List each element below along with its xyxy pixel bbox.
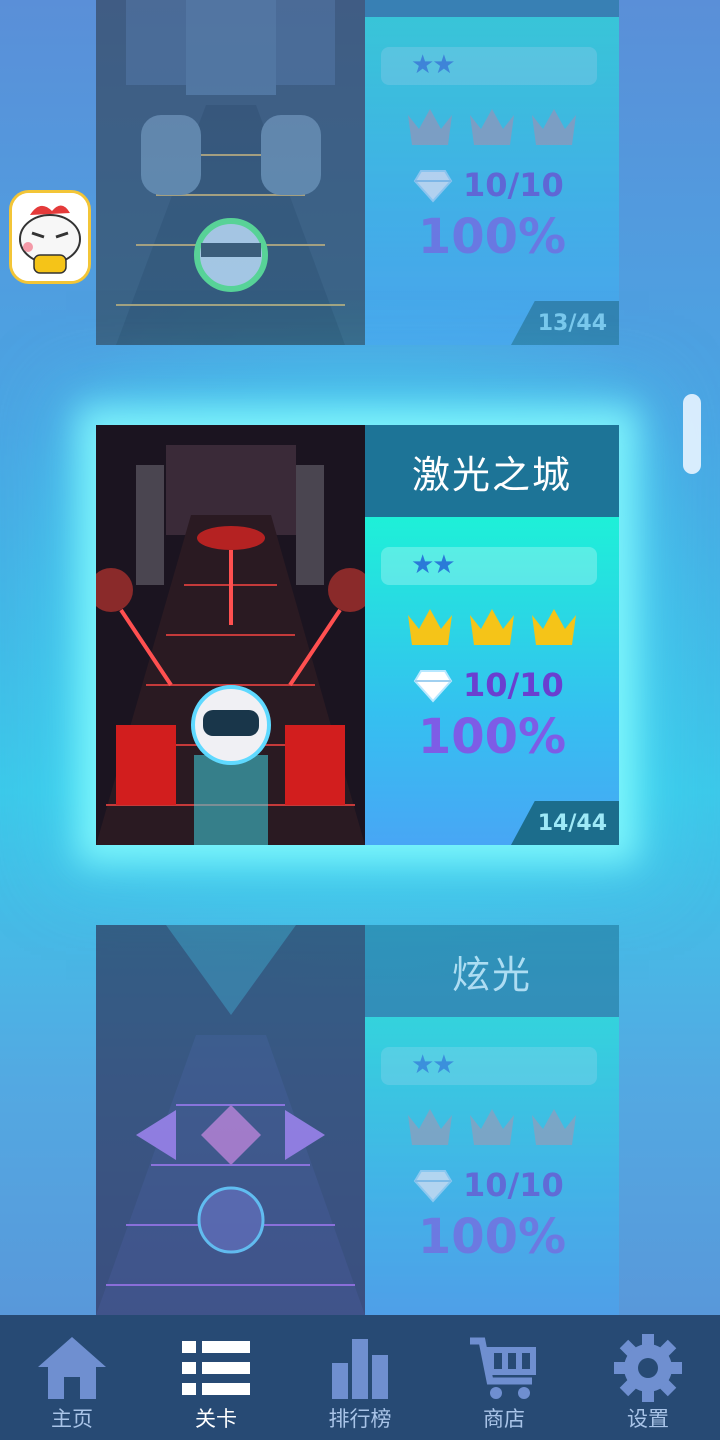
gear-icon: [614, 1334, 682, 1402]
nav-leaderboard[interactable]: 排行榜: [288, 1315, 432, 1440]
level-preview-image: [96, 0, 365, 345]
bar-chart-icon: [332, 1339, 388, 1399]
gem-count: 10/10: [463, 166, 564, 204]
crown-icon: [470, 609, 514, 645]
level-title: 激光之城: [365, 425, 619, 517]
nav-levels[interactable]: 关卡: [144, 1315, 288, 1440]
diamond-icon: [413, 670, 453, 703]
level-title: [365, 0, 619, 17]
nav-settings[interactable]: 设置: [576, 1315, 720, 1440]
completion-percent: 100%: [417, 709, 567, 765]
level-preview-image: [96, 925, 365, 1315]
crown-icon: [470, 109, 514, 145]
level-preview-image: [96, 425, 365, 845]
nav-shop[interactable]: 商店: [432, 1315, 576, 1440]
crown-icon: [470, 1109, 514, 1145]
scrollbar-thumb[interactable]: [683, 394, 701, 474]
crown-row: [365, 1105, 619, 1149]
home-icon: [38, 1337, 106, 1399]
diamond-icon: [413, 1170, 453, 1203]
crown-icon: [532, 109, 576, 145]
completion-percent: 100%: [417, 1209, 567, 1265]
level-card-14[interactable]: 激光之城 ★★ 10/10 100% 14/44: [96, 425, 619, 845]
difficulty-stars: ★★: [381, 1047, 597, 1085]
level-info-panel: ★★ 10/10 100%: [365, 517, 619, 845]
crown-icon: [532, 609, 576, 645]
level-card-13[interactable]: ★★ 10/10 100% 13/44: [96, 0, 619, 345]
level-info-panel: ★★ 10/10 100%: [365, 17, 619, 345]
difficulty-stars: ★★: [381, 47, 597, 85]
crown-icon: [408, 109, 452, 145]
bottom-nav: 主页 关卡 排行榜 商店 设置: [0, 1315, 720, 1440]
player-avatar[interactable]: [9, 190, 91, 284]
gem-count: 10/10: [463, 666, 564, 704]
completion-percent: 100%: [417, 209, 567, 265]
level-card-15[interactable]: 炫光 ★★ 10/10 100%: [96, 925, 619, 1315]
gem-count: 10/10: [463, 1166, 564, 1204]
list-icon: [182, 1341, 250, 1395]
nav-home[interactable]: 主页: [0, 1315, 144, 1440]
level-info-panel: ★★ 10/10 100%: [365, 1017, 619, 1315]
cart-icon: [470, 1337, 536, 1399]
level-title: 炫光: [365, 925, 619, 1017]
crown-icon: [408, 609, 452, 645]
crown-icon: [532, 1109, 576, 1145]
crown-row: [365, 105, 619, 149]
difficulty-stars: ★★: [381, 547, 597, 585]
crown-row: [365, 605, 619, 649]
diamond-icon: [413, 170, 453, 203]
crown-icon: [408, 1109, 452, 1145]
